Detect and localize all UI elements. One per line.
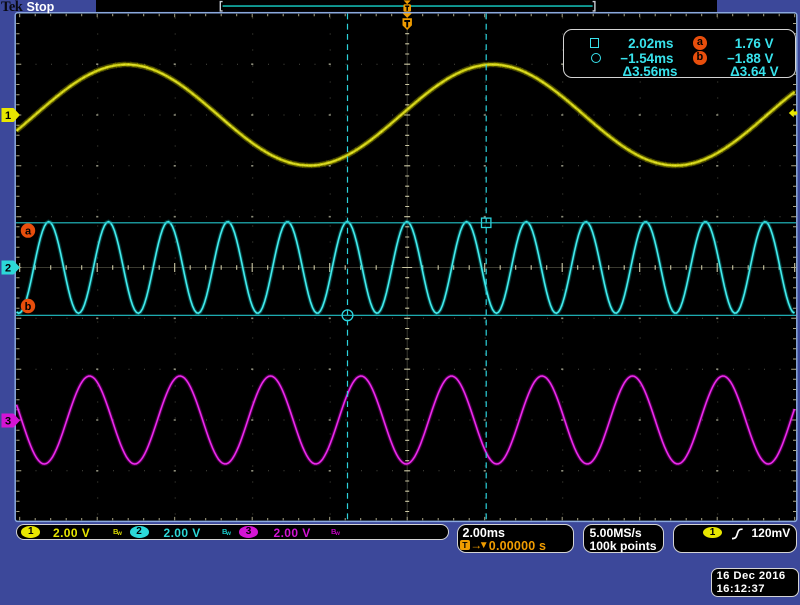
- svg-text:2: 2: [5, 263, 11, 275]
- svg-text:3: 3: [5, 416, 11, 428]
- svg-text:1: 1: [5, 110, 11, 122]
- svg-text:a: a: [25, 225, 32, 237]
- svg-text:b: b: [25, 301, 32, 313]
